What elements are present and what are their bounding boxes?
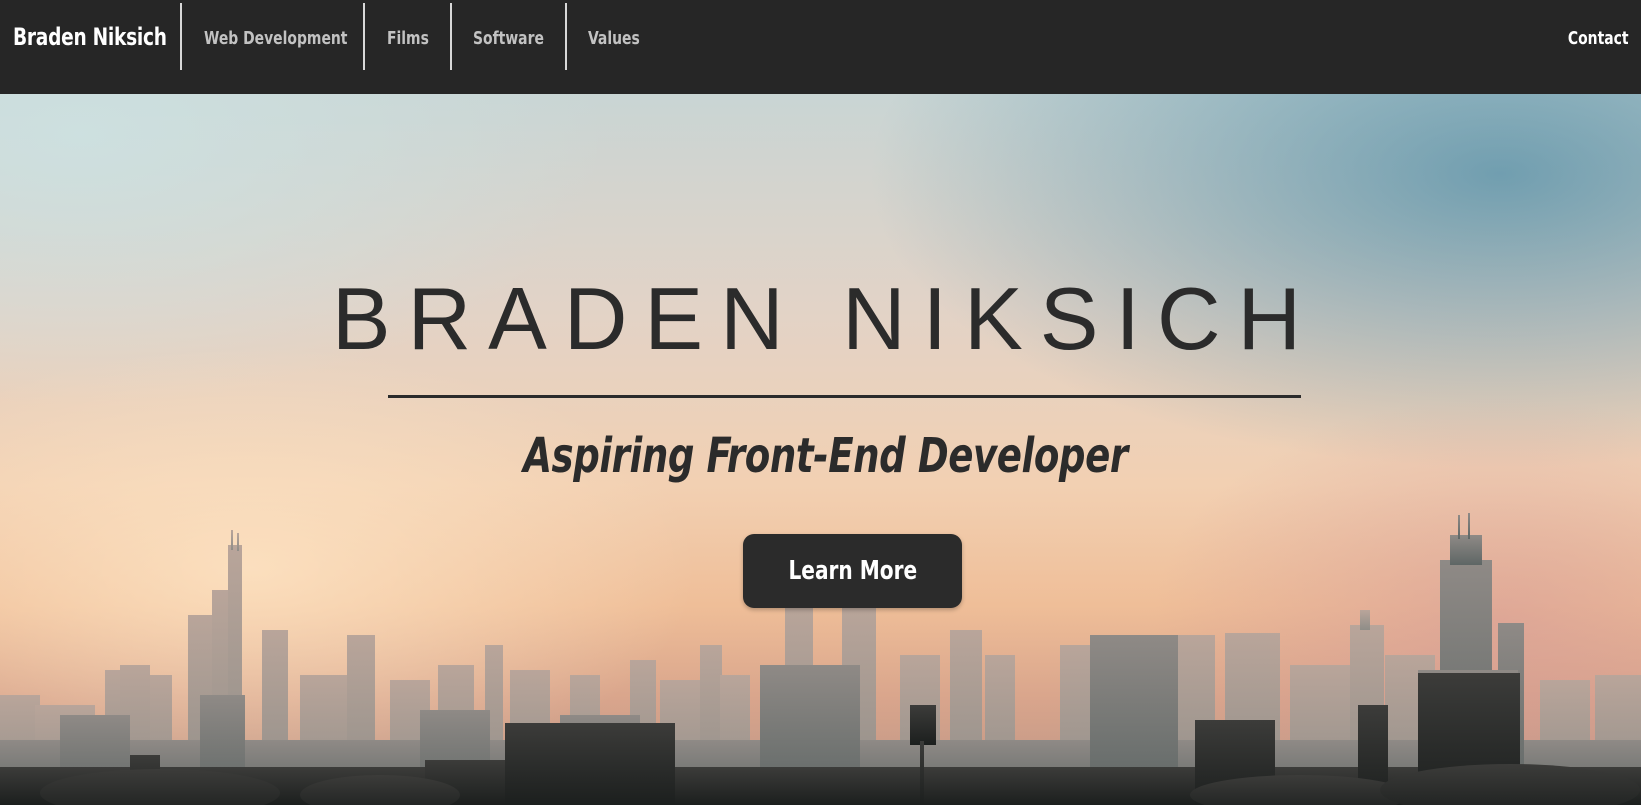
- nav-divider: [450, 3, 452, 70]
- learn-more-button-label: Learn More: [788, 556, 917, 586]
- nav-link-software[interactable]: Software: [473, 26, 544, 52]
- nav-link-web-development[interactable]: Web Development: [204, 26, 347, 52]
- hero-subtitle: Aspiring Front-End Developer: [0, 424, 1641, 488]
- nav-link-values[interactable]: Values: [588, 26, 640, 52]
- nav-divider: [363, 3, 365, 70]
- brand-logo-link[interactable]: Braden Niksich: [13, 20, 167, 54]
- nav-link-contact[interactable]: Contact: [1568, 26, 1629, 52]
- learn-more-button[interactable]: Learn More: [743, 534, 962, 608]
- hero-subtitle-text: Aspiring Front-End Developer: [523, 428, 1128, 484]
- top-navbar: Braden Niksich Web Development Films Sof…: [0, 0, 1641, 94]
- nav-divider: [565, 3, 567, 70]
- hero-title: BRADEN NIKSICH: [331, 269, 1319, 368]
- hero-section: BRADEN NIKSICH Aspiring Front-End Develo…: [0, 94, 1641, 805]
- hero-divider-line: [388, 395, 1301, 398]
- nav-link-films[interactable]: Films: [387, 26, 429, 52]
- nav-divider: [180, 3, 182, 70]
